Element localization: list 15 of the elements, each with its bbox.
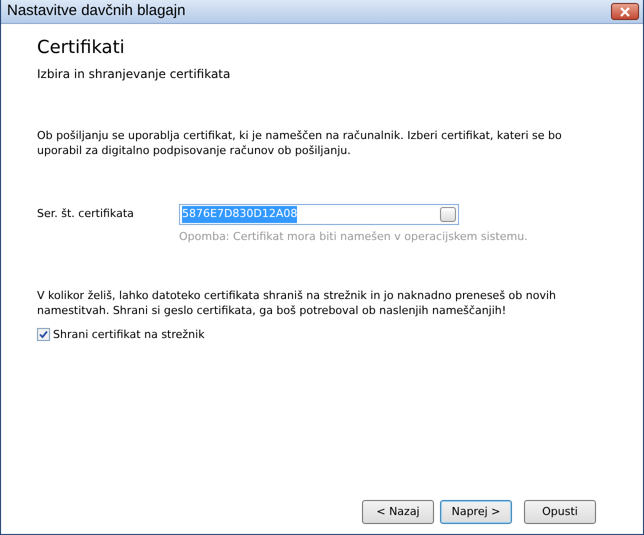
field-label: Ser. št. certifikata — [37, 206, 135, 222]
dialog-button[interactable]: < Nazaj — [362, 500, 434, 524]
browse-button[interactable] — [440, 207, 456, 222]
save-checkbox[interactable] — [37, 328, 50, 342]
field-note: Opomba: Certifikat mora biti namešen v operacijskem sistemu. — [179, 229, 529, 245]
close-button[interactable] — [611, 3, 639, 20]
checkbox-label[interactable]: Shrani certifikat na strežnik — [53, 326, 205, 343]
dialog-button[interactable]: Opusti — [524, 500, 596, 524]
page-subtitle: Izbira in shranjevanje certifikata — [37, 66, 232, 83]
intro-text: Ob pošiljanju se uporablja certifikat, ki je nameščen na računalnik. Izberi certifikat, kateri se bo uporabil za digitalno podpisovanje računov ob pošiljanju. — [37, 128, 563, 158]
dialog-button[interactable]: Naprej > — [440, 500, 512, 524]
page-title: Certifikati — [37, 36, 126, 60]
server-note: V kolikor želiš, lahko datoteko certifikata shraniš na strežnik in jo naknadno preneseš ob novih namestitvah. Shrani si geslo certifikata, ga boš potreboval ob naslenjih nameščanjih! — [37, 288, 557, 318]
window-title: Nastavitve davčnih blagajn — [7, 1, 186, 22]
close-icon — [619, 6, 631, 16]
